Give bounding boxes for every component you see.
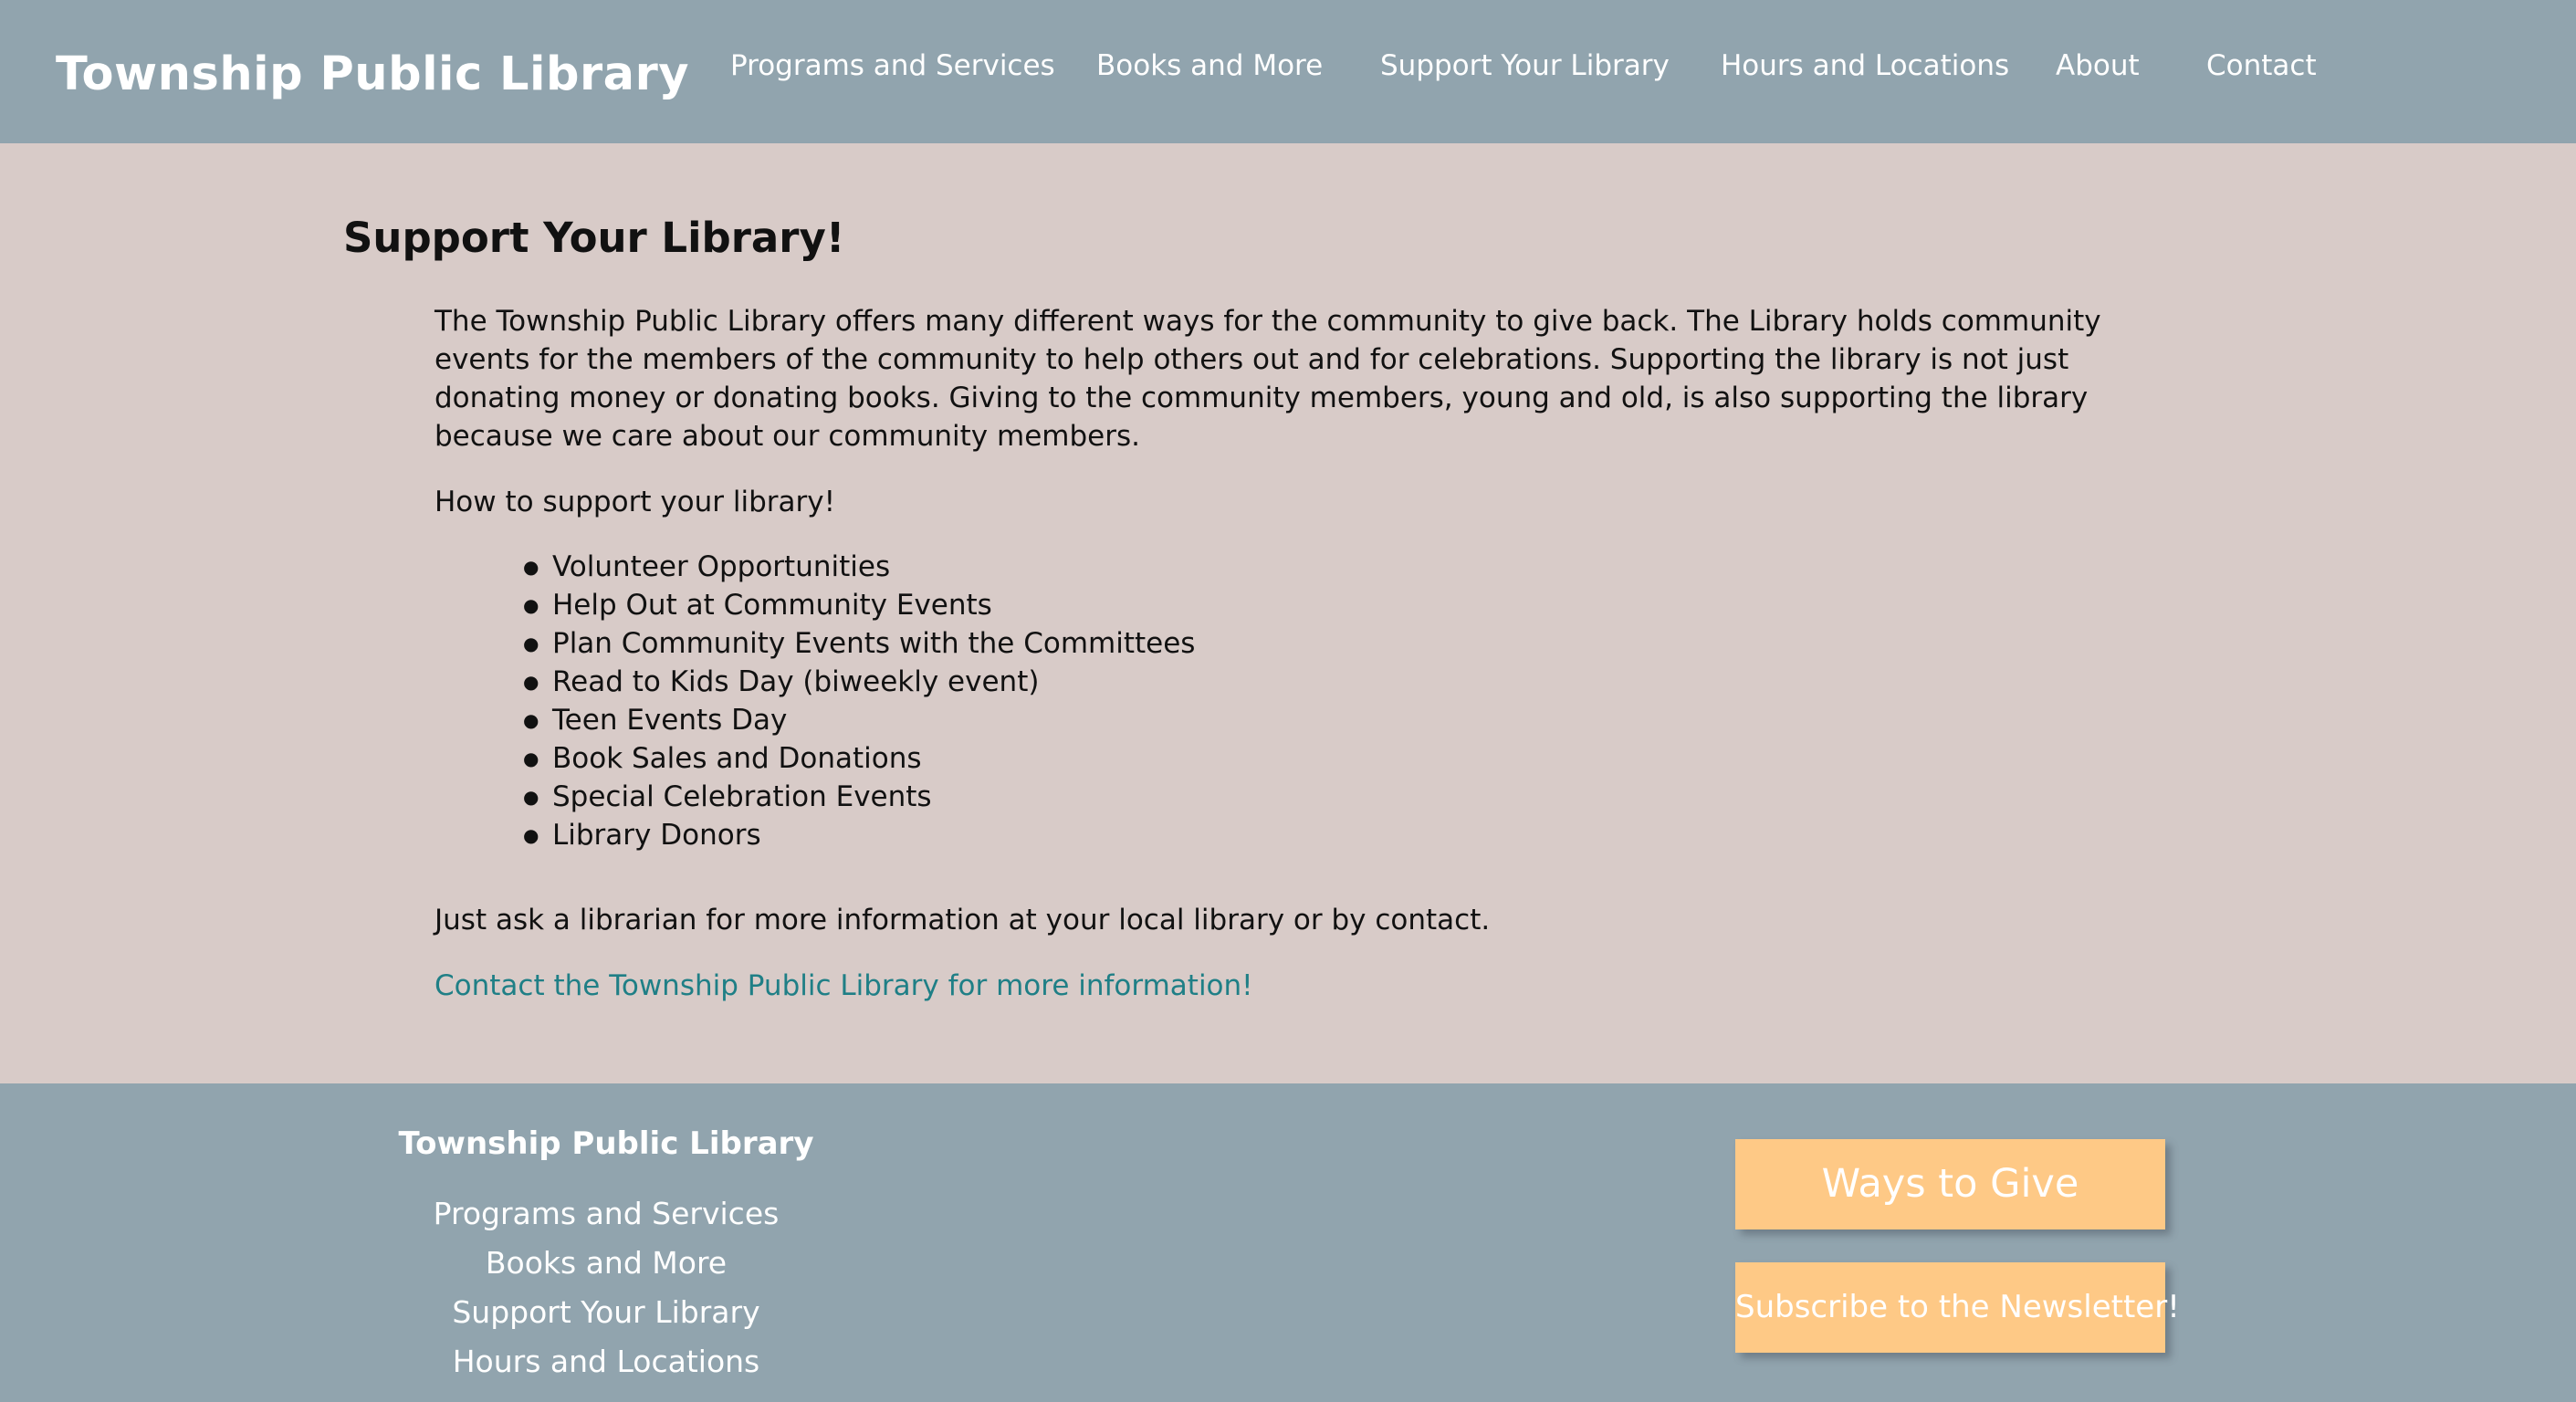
- list-item: ● Library Donors: [523, 816, 1195, 854]
- intro-paragraph: The Township Public Library offers many …: [435, 305, 2101, 453]
- list-item-text: Special Celebration Events: [552, 780, 932, 813]
- site-footer: Township Public Library Programs and Ser…: [0, 1083, 2576, 1402]
- subscribe-newsletter-button[interactable]: Subscribe to the Newsletter!: [1735, 1262, 2180, 1353]
- list-item-text: Plan Community Events with the Committee…: [552, 627, 1196, 660]
- site-title[interactable]: Township Public Library: [56, 47, 689, 101]
- footer-nav: Programs and Services Books and More Sup…: [378, 1189, 834, 1386]
- bullet-icon: ●: [523, 556, 539, 578]
- nav-contact[interactable]: Contact: [2206, 49, 2317, 82]
- bullet-icon: ●: [523, 671, 539, 693]
- footer-link-programs-and-services[interactable]: Programs and Services: [378, 1189, 834, 1239]
- bullet-icon: ●: [523, 786, 539, 808]
- list-item-text: Volunteer Opportunities: [552, 550, 891, 583]
- bullet-icon: ●: [523, 594, 539, 616]
- ways-to-give-button[interactable]: Ways to Give: [1735, 1139, 2165, 1229]
- bullet-icon: ●: [523, 633, 539, 654]
- list-item: ● Plan Community Events with the Committe…: [523, 624, 1196, 663]
- bullet-icon: ●: [523, 824, 539, 846]
- footer-link-books-and-more[interactable]: Books and More: [378, 1239, 834, 1288]
- nav-hours-and-locations[interactable]: Hours and Locations: [1721, 49, 2009, 82]
- list-item-text: Help Out at Community Events: [552, 589, 992, 622]
- list-item: ● Special Celebration Events: [523, 778, 1195, 816]
- footer-title: Township Public Library: [398, 1125, 814, 1162]
- list-item-text: Read to Kids Day (biweekly event): [552, 665, 1040, 698]
- nav-about[interactable]: About: [2056, 49, 2140, 82]
- main-content: Support Your Library! The Township Publi…: [0, 143, 2576, 1083]
- list-item-text: Library Donors: [552, 819, 761, 852]
- how-to-support-text: How to support your library!: [435, 486, 836, 518]
- contact-library-link[interactable]: Contact the Township Public Library for …: [435, 967, 1253, 1005]
- bullet-icon: ●: [523, 748, 539, 769]
- list-item-text: Teen Events Day: [552, 704, 788, 737]
- bullet-icon: ●: [523, 709, 539, 731]
- nav-support-your-library[interactable]: Support Your Library: [1380, 49, 1670, 82]
- ask-librarian-text: Just ask a librarian for more informatio…: [435, 904, 1491, 936]
- nav-books-and-more[interactable]: Books and More: [1096, 49, 1323, 82]
- list-item-text: Book Sales and Donations: [552, 742, 922, 775]
- list-item: ● Book Sales and Donations: [523, 739, 1195, 778]
- nav-programs-and-services[interactable]: Programs and Services: [730, 49, 1055, 82]
- list-item: ● Volunteer Opportunities: [523, 548, 1195, 586]
- page-heading: Support Your Library!: [343, 214, 845, 262]
- list-item: ● Help Out at Community Events: [523, 586, 1195, 624]
- support-list: ● Volunteer Opportunities ● Help Out at Co…: [523, 548, 1196, 854]
- site-header: Township Public Library Programs and Ser…: [0, 0, 2576, 143]
- list-item: ● Teen Events Day: [523, 701, 1195, 739]
- list-item: ● Read to Kids Day (biweekly event): [523, 663, 1195, 701]
- footer-link-hours-and-locations[interactable]: Hours and Locations: [378, 1337, 834, 1386]
- footer-link-support-your-library[interactable]: Support Your Library: [378, 1288, 834, 1337]
